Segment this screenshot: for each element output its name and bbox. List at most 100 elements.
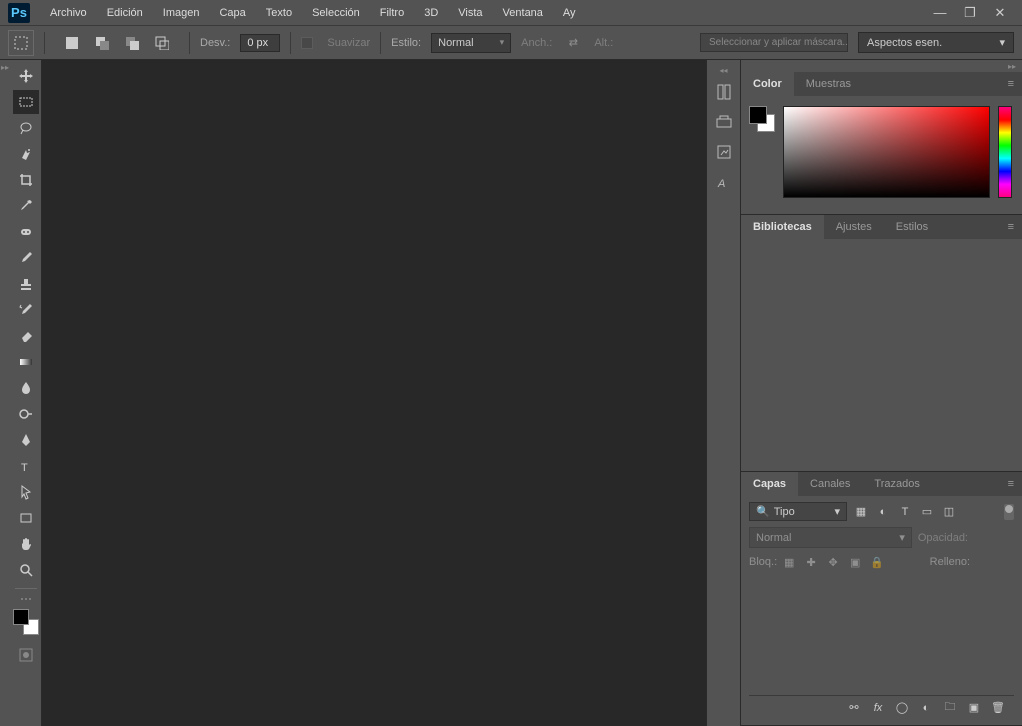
tool-zoom[interactable] <box>13 558 39 582</box>
foreground-swatch[interactable] <box>13 609 29 625</box>
layers-panel-menu[interactable]: ≡ <box>1000 472 1022 496</box>
selection-intersect-icon[interactable] <box>151 32 173 54</box>
layer-mask-icon[interactable]: ◯ <box>894 700 910 716</box>
tool-pen[interactable] <box>13 428 39 452</box>
style-label: Estilo: <box>391 37 421 49</box>
tool-crop[interactable] <box>13 168 39 192</box>
tool-healing[interactable] <box>13 220 39 244</box>
delete-layer-icon[interactable]: 🗑 <box>990 700 1006 716</box>
history-panel-icon[interactable] <box>710 78 738 106</box>
right-dock-handle[interactable]: ▸▸ <box>741 60 1022 72</box>
menu-ventana[interactable]: Ventana <box>495 3 551 23</box>
menu-ayuda[interactable]: Ay <box>555 3 584 23</box>
tool-path-select[interactable] <box>13 480 39 504</box>
new-adjustment-icon[interactable]: ◐ <box>918 700 934 716</box>
tool-type[interactable]: T <box>13 454 39 478</box>
libraries-body <box>741 239 1022 471</box>
menu-filtro[interactable]: Filtro <box>372 3 412 23</box>
character-panel-icon[interactable]: A <box>710 168 738 196</box>
svg-text:A: A <box>717 178 725 190</box>
blend-mode-select[interactable]: Normal▾ <box>749 527 912 548</box>
filter-pixel-icon[interactable]: ▦ <box>853 504 869 520</box>
tool-eraser[interactable] <box>13 324 39 348</box>
tool-eyedropper[interactable] <box>13 194 39 218</box>
filter-shape-icon[interactable]: ▭ <box>919 504 935 520</box>
lock-artboard-icon[interactable]: ▣ <box>847 554 863 570</box>
color-panel-menu[interactable]: ≡ <box>1000 72 1022 96</box>
color-field[interactable] <box>783 106 990 198</box>
layer-fx-icon[interactable]: fx <box>870 700 886 716</box>
tool-gradient[interactable] <box>13 350 39 374</box>
color-swatches[interactable] <box>13 609 39 635</box>
new-layer-icon[interactable]: ▣ <box>966 700 982 716</box>
menu-3d[interactable]: 3D <box>416 3 446 23</box>
menu-archivo[interactable]: Archivo <box>42 3 95 23</box>
properties-panel-icon[interactable] <box>710 108 738 136</box>
tool-blur[interactable] <box>13 376 39 400</box>
tool-stamp[interactable] <box>13 272 39 296</box>
lock-pixels-icon[interactable]: ▦ <box>781 554 797 570</box>
libs-panel-menu[interactable]: ≡ <box>1000 215 1022 239</box>
link-layers-icon[interactable]: ⚯ <box>846 700 862 716</box>
tool-quickmask[interactable] <box>13 643 39 667</box>
layer-filter-select[interactable]: 🔍Tipo ▾ <box>749 502 847 521</box>
options-bar: Desv.: Suavizar Estilo: Normal▾ Anch.: ⇄… <box>0 26 1022 60</box>
select-and-mask-button[interactable]: Seleccionar y aplicar máscara... <box>700 33 848 52</box>
window-close-button[interactable]: ✕ <box>992 5 1008 21</box>
workspace-select[interactable]: Aspectos esen.▾ <box>858 32 1014 53</box>
tab-color[interactable]: Color <box>741 72 794 96</box>
tab-muestras[interactable]: Muestras <box>794 72 863 96</box>
expand-dock-icon: ▸▸ <box>1 63 9 72</box>
tool-brush[interactable] <box>13 246 39 270</box>
window-minimize-button[interactable]: — <box>932 5 948 21</box>
tab-canales[interactable]: Canales <box>798 472 862 496</box>
left-dock-handle[interactable]: ▸▸ <box>0 60 10 726</box>
new-group-icon[interactable]: 🗀 <box>942 700 958 716</box>
menu-seleccion[interactable]: Selección <box>304 3 368 23</box>
tab-capas[interactable]: Capas <box>741 472 798 496</box>
tab-estilos[interactable]: Estilos <box>884 215 940 239</box>
hue-slider[interactable] <box>998 106 1012 198</box>
tool-rectangle[interactable] <box>13 506 39 530</box>
filter-smart-icon[interactable]: ◫ <box>941 504 957 520</box>
tab-ajustes[interactable]: Ajustes <box>824 215 884 239</box>
active-tool-indicator[interactable] <box>8 30 34 56</box>
filter-adjustment-icon[interactable]: ◐ <box>875 504 891 520</box>
selection-subtract-icon[interactable] <box>121 32 143 54</box>
menu-edicion[interactable]: Edición <box>99 3 151 23</box>
tab-trazados[interactable]: Trazados <box>862 472 931 496</box>
lock-move-icon[interactable]: ✥ <box>825 554 841 570</box>
svg-text:T: T <box>21 462 28 474</box>
filter-type-icon[interactable]: T <box>897 504 913 520</box>
width-label: Anch.: <box>521 37 552 49</box>
mid-dock-handle[interactable]: ◂◂ <box>707 64 740 76</box>
menu-capa[interactable]: Capa <box>211 3 253 23</box>
filter-toggle[interactable] <box>1004 504 1014 520</box>
fill-label: Relleno: <box>930 556 970 568</box>
tool-history-brush[interactable] <box>13 298 39 322</box>
tool-lasso[interactable] <box>13 116 39 140</box>
canvas-area[interactable] <box>42 60 706 726</box>
height-label: Alt.: <box>594 37 613 49</box>
lock-position-icon[interactable]: ✚ <box>803 554 819 570</box>
tool-quick-select[interactable] <box>13 142 39 166</box>
style-select[interactable]: Normal▾ <box>431 33 511 53</box>
adjustments-panel-icon[interactable] <box>710 138 738 166</box>
lock-all-icon[interactable]: 🔒 <box>869 554 885 570</box>
menu-imagen[interactable]: Imagen <box>155 3 208 23</box>
panel-color-swatches[interactable] <box>749 106 775 132</box>
feather-input[interactable] <box>240 34 280 52</box>
selection-add-icon[interactable] <box>91 32 113 54</box>
tool-marquee[interactable] <box>13 90 39 114</box>
window-maximize-button[interactable]: ❐ <box>962 5 978 21</box>
tool-edit-toolbar[interactable] <box>16 595 36 603</box>
swap-dimensions-icon: ⇄ <box>562 32 584 54</box>
tool-move[interactable] <box>13 64 39 88</box>
menu-texto[interactable]: Texto <box>258 3 300 23</box>
tab-bibliotecas[interactable]: Bibliotecas <box>741 215 824 239</box>
panel-foreground-swatch[interactable] <box>749 106 767 124</box>
selection-new-icon[interactable] <box>61 32 83 54</box>
tool-hand[interactable] <box>13 532 39 556</box>
tool-dodge[interactable] <box>13 402 39 426</box>
menu-vista[interactable]: Vista <box>450 3 490 23</box>
